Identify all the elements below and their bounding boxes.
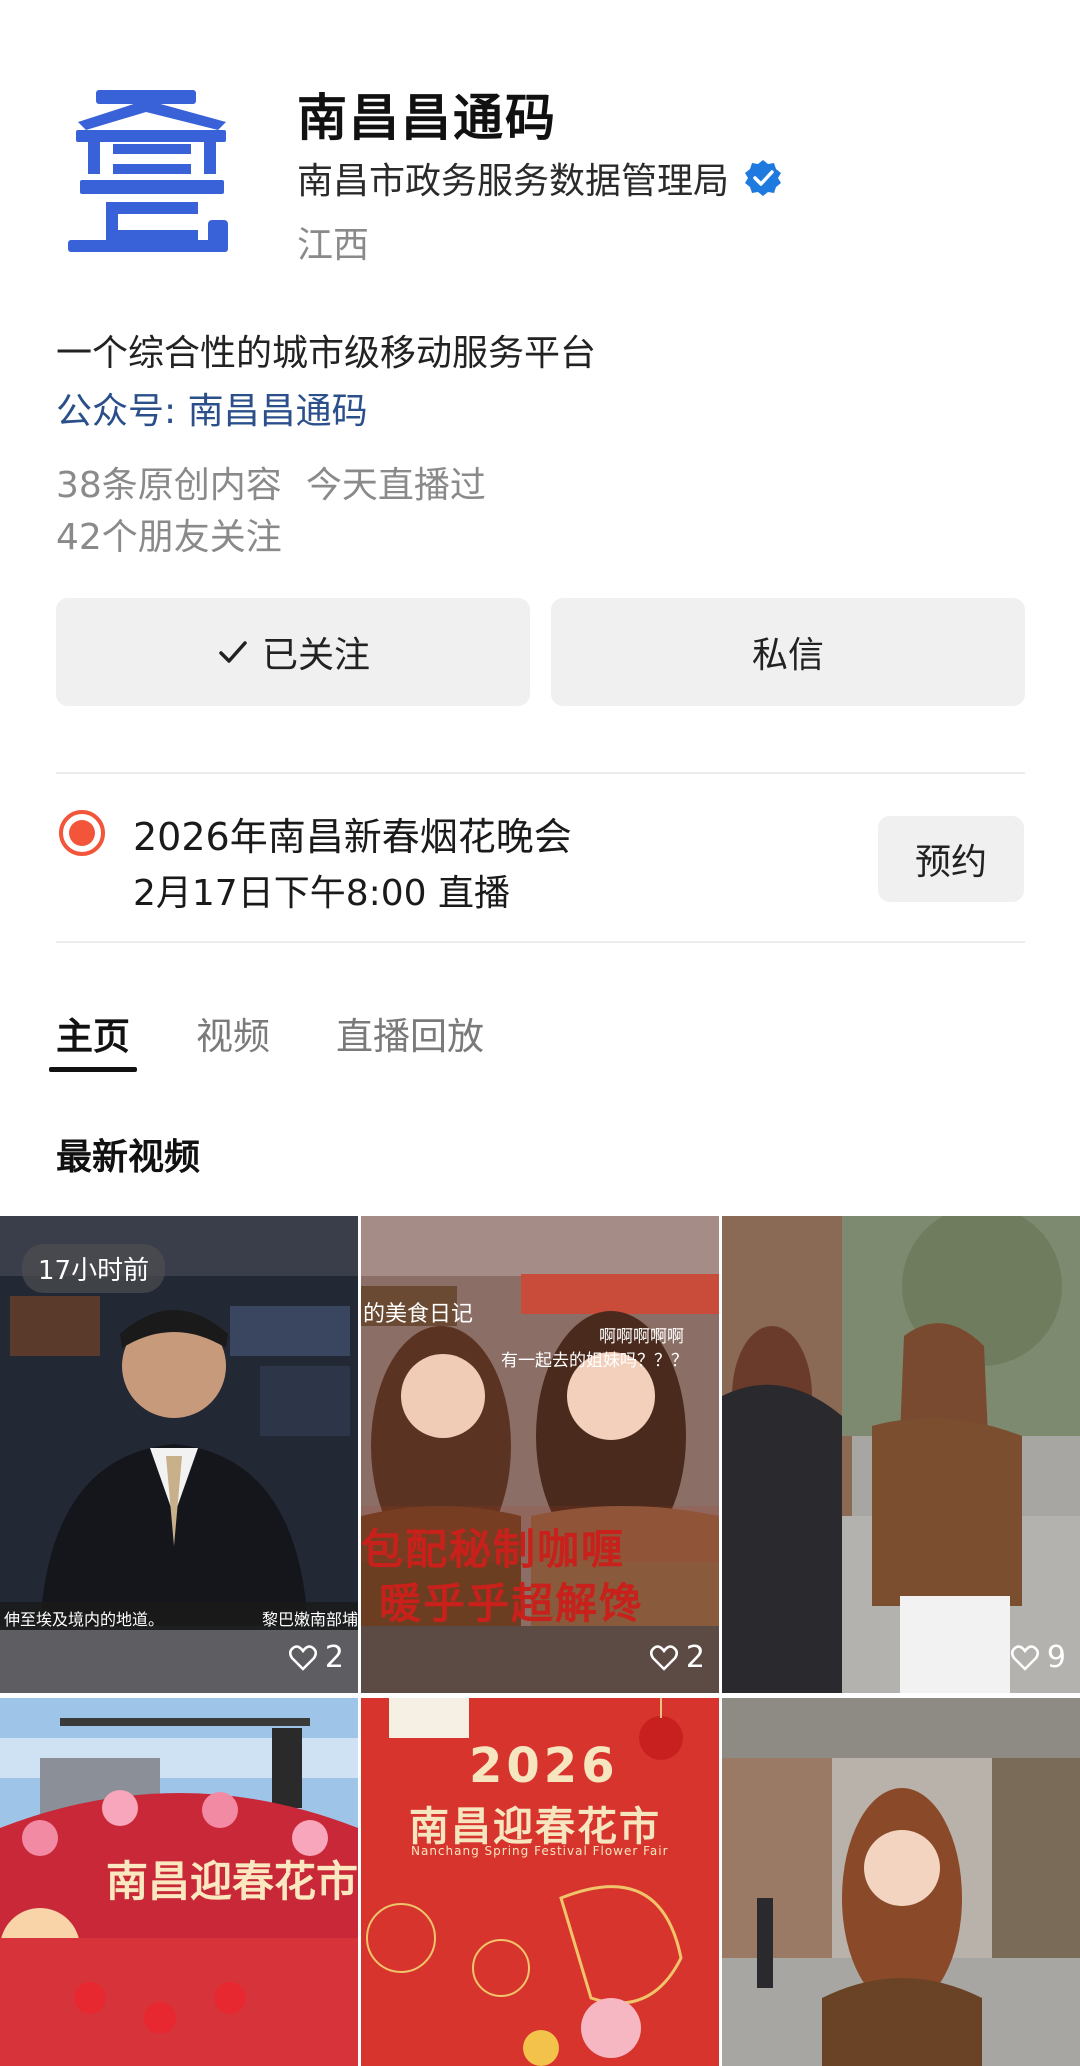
follow-button[interactable]: 已关注 bbox=[56, 598, 530, 706]
divider bbox=[56, 941, 1025, 943]
video-thumbnail[interactable]: 的美食日记 啊啊啊啊啊 有一起去的姐妹吗？？？ 包配秘制咖喱 暖乎乎超解馋 2 bbox=[361, 1216, 719, 1693]
time-badge: 17小时前 bbox=[22, 1244, 166, 1293]
account-name: 南昌昌通码 bbox=[297, 89, 557, 147]
video-caption: Nanchang Spring Festival Flower Fair bbox=[411, 1844, 669, 1858]
tab-videos[interactable]: 视频 bbox=[196, 1006, 270, 1060]
like-count: 2 bbox=[288, 1640, 344, 1675]
account-description: 一个综合性的城市级移动服务平台 bbox=[56, 333, 597, 374]
verified-icon bbox=[745, 160, 782, 196]
official-account-link[interactable]: 公众号: 南昌昌通码 bbox=[56, 382, 368, 434]
video-caption: 的美食日记 bbox=[363, 1302, 474, 1327]
org-row: 南昌市政务服务数据管理局 bbox=[297, 152, 783, 204]
video-grid: 17小时前 伸至埃及境内的地道。 黎巴嫩南部埔 2 的美食日记 啊啊啊啊啊 有一… bbox=[0, 1216, 1080, 2066]
tab-indicator bbox=[49, 1067, 137, 1072]
video-caption: 有一起去的姐妹吗？？？ bbox=[501, 1351, 688, 1371]
live-icon bbox=[59, 810, 105, 856]
video-caption: 啊啊啊啊啊 bbox=[599, 1327, 684, 1347]
like-count: 2 bbox=[649, 1640, 705, 1675]
heart-icon bbox=[288, 1644, 317, 1671]
stats-row: 38条原创内容 今天直播过 bbox=[56, 456, 486, 508]
tab-home[interactable]: 主页 bbox=[56, 1006, 130, 1060]
org-name: 南昌市政务服务数据管理局 bbox=[297, 161, 730, 202]
video-caption: 南昌迎春花市 bbox=[106, 1857, 358, 1906]
live-title[interactable]: 2026年南昌新春烟花晚会 bbox=[133, 806, 572, 861]
video-thumbnail[interactable] bbox=[722, 1698, 1080, 2066]
check-icon bbox=[219, 641, 247, 663]
video-caption: 暖乎乎超解馋 bbox=[379, 1579, 644, 1628]
friends-following: 42个朋友关注 bbox=[56, 517, 282, 558]
section-title: 最新视频 bbox=[56, 1137, 201, 1178]
heart-icon bbox=[1010, 1644, 1039, 1671]
video-thumbnail[interactable]: 17小时前 伸至埃及境内的地道。 黎巴嫩南部埔 2 bbox=[0, 1216, 358, 1693]
video-caption: 黎巴嫩南部埔 bbox=[262, 1610, 358, 1629]
tab-bar: 主页 视频 直播回放 bbox=[56, 1006, 550, 1060]
message-label: 私信 bbox=[751, 635, 824, 676]
live-time: 2月17日下午8:00 直播 bbox=[133, 873, 510, 914]
heart-icon bbox=[649, 1644, 678, 1671]
tab-live-replay[interactable]: 直播回放 bbox=[336, 1006, 484, 1060]
video-thumbnail[interactable]: 2026 南昌迎春花市 Nanchang Spring Festival Flo… bbox=[361, 1698, 719, 2066]
original-count: 38条原创内容 bbox=[56, 465, 282, 506]
follow-label: 已关注 bbox=[261, 635, 370, 676]
account-logo[interactable] bbox=[58, 80, 248, 260]
video-thumbnail[interactable]: 南昌迎春花市 bbox=[0, 1698, 358, 2066]
like-count: 9 bbox=[1010, 1640, 1066, 1675]
message-button[interactable]: 私信 bbox=[551, 598, 1025, 706]
video-caption: 伸至埃及境内的地道。 bbox=[4, 1610, 165, 1629]
video-caption: 2026 bbox=[469, 1738, 619, 1794]
region-label: 江西 bbox=[297, 225, 370, 266]
live-status: 今天直播过 bbox=[305, 465, 486, 506]
reserve-button[interactable]: 预约 bbox=[878, 816, 1024, 902]
video-thumbnail[interactable]: 9 bbox=[722, 1216, 1080, 1693]
divider bbox=[56, 772, 1025, 774]
video-caption: 包配秘制咖喱 bbox=[361, 1525, 626, 1574]
